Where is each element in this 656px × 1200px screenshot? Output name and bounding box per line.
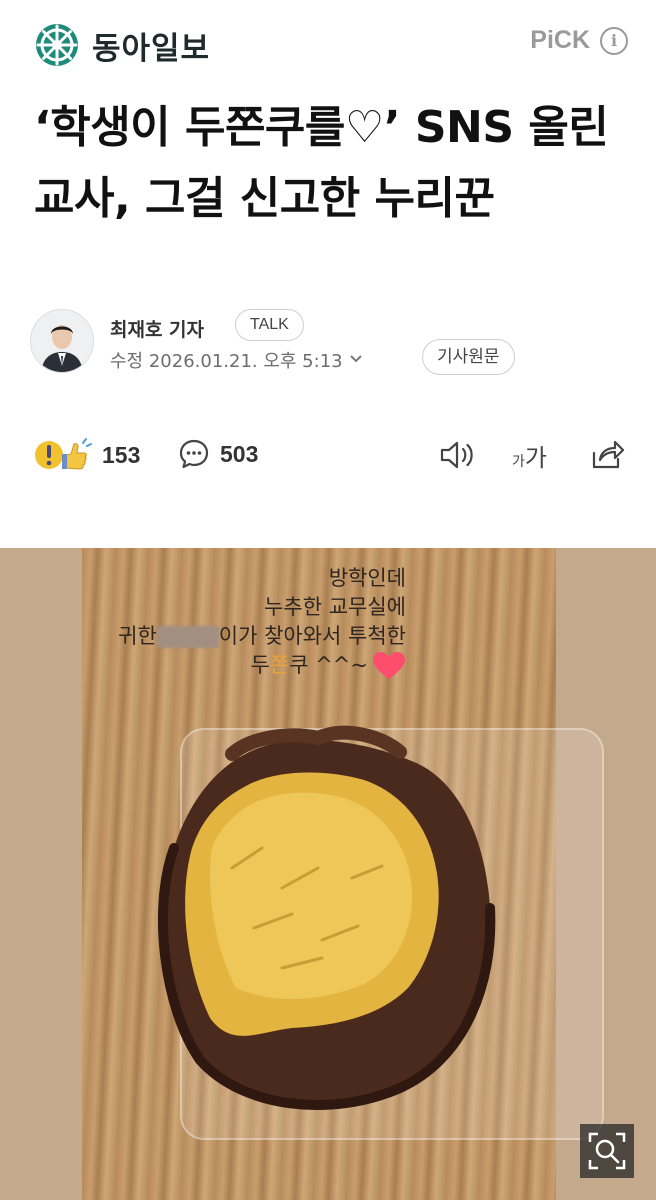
original-article-button[interactable]: 기사원문	[422, 339, 515, 375]
article-photo[interactable]: 방학인데 누추한 교무실에 귀한 이가 찾아와서 투척한 두쫀쿠 ^^~	[0, 548, 656, 1200]
brand-name: 동아일보	[92, 30, 211, 67]
font-size-button[interactable]: 가가	[512, 438, 547, 473]
share-icon	[592, 440, 625, 469]
photo-caption: 방학인데 누추한 교무실에 귀한 이가 찾아와서 투척한 두쫀쿠 ^^~	[118, 564, 406, 681]
top-bar: 동아일보 PiCK i	[0, 0, 656, 90]
pick-badge[interactable]: PiCK i	[530, 26, 628, 55]
caption-line-3-start: 귀한	[118, 624, 157, 648]
reaction-emoji-icon	[35, 438, 92, 470]
speaker-icon	[440, 441, 473, 469]
image-zoom-button[interactable]	[580, 1124, 634, 1178]
font-size-small-label: 가	[512, 454, 525, 470]
caption-line-3: 귀한 이가 찾아와서 투척한	[118, 622, 406, 651]
caption-line-3-end: 이가 찾아와서 투척한	[218, 624, 406, 648]
caption-line-1: 방학인데	[328, 566, 406, 590]
listen-button[interactable]	[438, 438, 476, 476]
zoom-search-icon	[588, 1132, 626, 1170]
share-button[interactable]	[588, 438, 626, 476]
author-name[interactable]: 최재호 기자	[110, 315, 204, 342]
reaction-count: 153	[102, 441, 141, 468]
comment-icon	[179, 439, 209, 469]
byline: 최재호 기자 TALK 수정 2026.01.21. 오후 5:13 기사원문	[30, 307, 630, 377]
caption-line-4-text: 두쫀쿠 ^^~	[250, 653, 368, 677]
author-avatar[interactable]	[30, 309, 94, 373]
publish-date[interactable]: 수정 2026.01.21. 오후 5:13	[110, 347, 363, 373]
action-bar: 153 503 가가	[34, 434, 628, 478]
article-headline: ‘학생이 두쫀쿠를♡’ SNS 올린 교사, 그걸 신고한 누리꾼	[34, 102, 609, 224]
dong-a-logo-icon	[36, 24, 78, 66]
wood-table-background: 방학인데 누추한 교무실에 귀한 이가 찾아와서 투척한 두쫀쿠 ^^~	[82, 548, 604, 1200]
blurred-text	[156, 626, 219, 648]
logo[interactable]: 동아일보	[34, 22, 210, 68]
chevron-down-icon	[349, 352, 363, 368]
date-text: 수정 2026.01.21. 오후 5:13	[110, 351, 343, 372]
comment-button[interactable]: 503	[178, 438, 258, 470]
talk-button[interactable]: TALK	[235, 309, 304, 341]
reaction-button[interactable]: 153	[34, 438, 140, 472]
heart-icon	[373, 652, 405, 679]
caption-line-2: 누추한 교무실에	[264, 595, 406, 619]
info-icon[interactable]: i	[600, 26, 628, 55]
caption-line-4: 두쫀쿠 ^^~	[118, 651, 406, 681]
pick-label: PiCK	[530, 26, 590, 54]
font-size-big-label: 가	[524, 444, 547, 472]
reporter-photo-icon	[31, 310, 93, 372]
comment-count: 503	[220, 440, 259, 467]
